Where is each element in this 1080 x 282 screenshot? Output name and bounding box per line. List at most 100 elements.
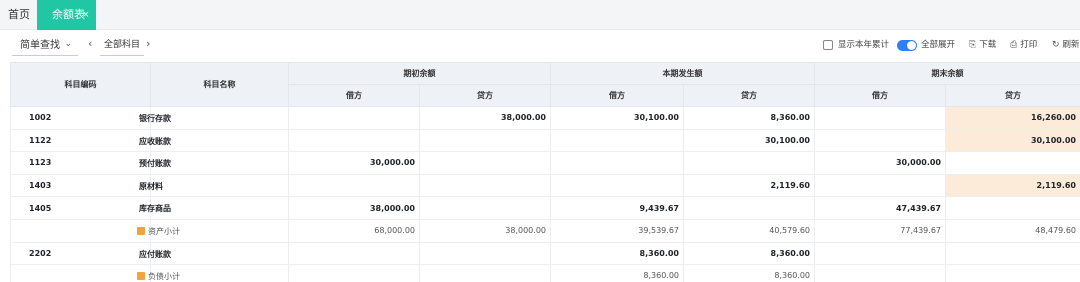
open-credit-cell xyxy=(419,196,551,220)
close-debit-cell xyxy=(814,128,946,153)
row-code-cell xyxy=(10,264,151,282)
period-credit-cell xyxy=(683,151,815,175)
close-credit-cell xyxy=(945,151,1080,175)
header-period: 本期发生额 xyxy=(550,62,815,85)
close-credit-cell xyxy=(945,196,1080,220)
header-closing-debit: 借方 xyxy=(814,84,946,107)
close-debit-cell xyxy=(814,173,946,198)
close-debit-cell: 47,439.67 xyxy=(814,196,946,220)
account-name-link[interactable]: 原材料 xyxy=(139,181,163,192)
close-credit-cell: 2,119.60 xyxy=(945,173,1080,198)
account-name-cell: 库存商品 xyxy=(139,196,289,220)
print-icon: ⎙ xyxy=(1010,40,1018,50)
account-name-link[interactable]: 预付账款 xyxy=(139,158,171,169)
account-name-link[interactable]: 库存商品 xyxy=(139,203,171,214)
balance-table: 科目编码 科目名称 期初余额 本期发生额 期末余额 借方 贷方 借方 贷方 借方… xyxy=(10,62,1080,282)
subtotal-label-cell: 负债小计 xyxy=(137,264,289,282)
close-credit-cell xyxy=(945,241,1080,266)
table-row[interactable]: 1002 银行存款 38,000.00 30,100.00 8,360.00 16,260… xyxy=(10,106,1080,130)
period-debit-cell: 9,439.67 xyxy=(550,196,684,220)
query-type-dropdown[interactable]: 简单查找 ⌄ xyxy=(12,37,78,56)
table-body: 1002 银行存款 38,000.00 30,100.00 8,360.00 16,260… xyxy=(10,106,1080,282)
open-debit-cell xyxy=(288,241,420,266)
period-credit-cell: 40,579.60 xyxy=(683,218,815,243)
period-credit-cell: 30,100.00 xyxy=(683,128,815,153)
header-code: 科目编码 xyxy=(10,62,151,107)
open-debit-cell: 68,000.00 xyxy=(288,218,420,243)
period-debit-cell xyxy=(550,151,684,175)
show-year-total-checkbox[interactable] xyxy=(823,40,833,50)
row-code-cell xyxy=(10,218,151,243)
open-debit-cell xyxy=(288,128,420,153)
period-credit-cell xyxy=(683,196,815,220)
table-row[interactable]: 资产小计 68,000.00 38,000.00 39,539.67 40,579.60… xyxy=(10,218,1080,243)
open-credit-cell: 38,000.00 xyxy=(419,106,551,130)
open-credit-cell: 38,000.00 xyxy=(419,218,551,243)
period-debit-cell: 39,539.67 xyxy=(550,218,684,243)
open-debit-cell xyxy=(288,264,420,282)
open-credit-cell xyxy=(419,128,551,153)
account-name-link[interactable]: 银行存款 xyxy=(139,113,171,124)
account-code: 2202 xyxy=(10,241,151,266)
close-debit-cell xyxy=(814,264,946,282)
close-icon[interactable]: × xyxy=(82,0,90,30)
close-debit-cell xyxy=(814,241,946,266)
chevron-right-icon[interactable]: › xyxy=(146,37,150,50)
header-name: 科目名称 xyxy=(150,62,289,107)
account-code: 1122 xyxy=(10,128,151,153)
period-credit-cell: 2,119.60 xyxy=(683,173,815,198)
header-period-debit: 借方 xyxy=(550,84,684,107)
tab-balance-sheet-label: 余额表 xyxy=(52,8,85,21)
header-opening: 期初余额 xyxy=(288,62,551,85)
tab-bar: 首页 余额表 × xyxy=(0,0,1080,30)
table-row[interactable]: 1123 预付账款 30,000.00 30,000.00 xyxy=(10,151,1080,175)
close-credit-cell: 16,260.00 xyxy=(945,106,1080,130)
open-credit-cell xyxy=(419,173,551,198)
tab-home[interactable]: 首页 xyxy=(8,0,30,30)
period-credit-cell: 8,360.00 xyxy=(683,106,815,130)
subtotal-icon xyxy=(137,226,145,235)
download-icon: ⎘ xyxy=(969,40,977,50)
download-label: 下载 xyxy=(979,40,997,50)
period-debit-cell: 8,360.00 xyxy=(550,241,684,266)
account-code: 1123 xyxy=(10,151,151,175)
open-debit-cell xyxy=(288,173,420,198)
open-credit-cell xyxy=(419,151,551,175)
chevron-left-icon[interactable]: ‹ xyxy=(88,37,92,50)
table-row[interactable]: 1403 原材料 2,119.60 2,119.60 xyxy=(10,173,1080,198)
query-type-value: 简单查找 xyxy=(20,40,60,51)
subtotal-label: 负债小计 xyxy=(148,272,180,282)
account-code: 1405 xyxy=(10,196,151,220)
account-name-cell: 银行存款 xyxy=(139,106,289,130)
period-debit-cell: 30,100.00 xyxy=(550,106,684,130)
download-button[interactable]: ⎘ 下载 xyxy=(969,39,996,51)
refresh-label: 刷新 xyxy=(1062,40,1080,50)
period-debit-cell xyxy=(550,173,684,198)
expand-all-toggle[interactable] xyxy=(897,40,917,51)
close-debit-cell: 30,000.00 xyxy=(814,151,946,175)
open-debit-cell: 30,000.00 xyxy=(288,151,420,175)
subtotal-icon xyxy=(137,272,145,281)
subject-filter[interactable]: 全部科目 xyxy=(100,37,144,56)
account-name-cell: 应收账款 xyxy=(139,128,289,153)
header-closing: 期末余额 xyxy=(814,62,1080,85)
close-debit-cell xyxy=(814,106,946,130)
tab-balance-sheet[interactable]: 余额表 × xyxy=(37,0,96,30)
period-credit-cell: 8,360.00 xyxy=(683,264,815,282)
account-name-link[interactable]: 应收账款 xyxy=(139,136,171,147)
account-name-cell: 应付账款 xyxy=(139,241,289,266)
table-row[interactable]: 负债小计 8,360.00 8,360.00 xyxy=(10,264,1080,282)
table-row[interactable]: 2202 应付账款 8,360.00 8,360.00 xyxy=(10,241,1080,266)
subtotal-label: 资产小计 xyxy=(148,226,180,236)
account-name-link[interactable]: 应付账款 xyxy=(139,249,171,260)
print-button[interactable]: ⎙ 打印 xyxy=(1010,39,1037,51)
table-row[interactable]: 1405 库存商品 38,000.00 9,439.67 47,439.67 xyxy=(10,196,1080,220)
show-year-total-label: 显示本年累计 xyxy=(838,40,890,50)
header-opening-credit: 贷方 xyxy=(419,84,551,107)
refresh-button[interactable]: ↻ 刷新 xyxy=(1052,39,1080,51)
table-row[interactable]: 1122 应收账款 30,100.00 30,100.00 xyxy=(10,128,1080,153)
period-credit-cell: 8,360.00 xyxy=(683,241,815,266)
open-credit-cell xyxy=(419,241,551,266)
toolbar: 简单查找 ⌄ ‹ 全部科目 › 显示本年累计 全部展开 ⎘ 下载 ⎙ 打印 ↻ 刷新 xyxy=(0,30,1080,62)
account-name-cell: 预付账款 xyxy=(139,151,289,175)
